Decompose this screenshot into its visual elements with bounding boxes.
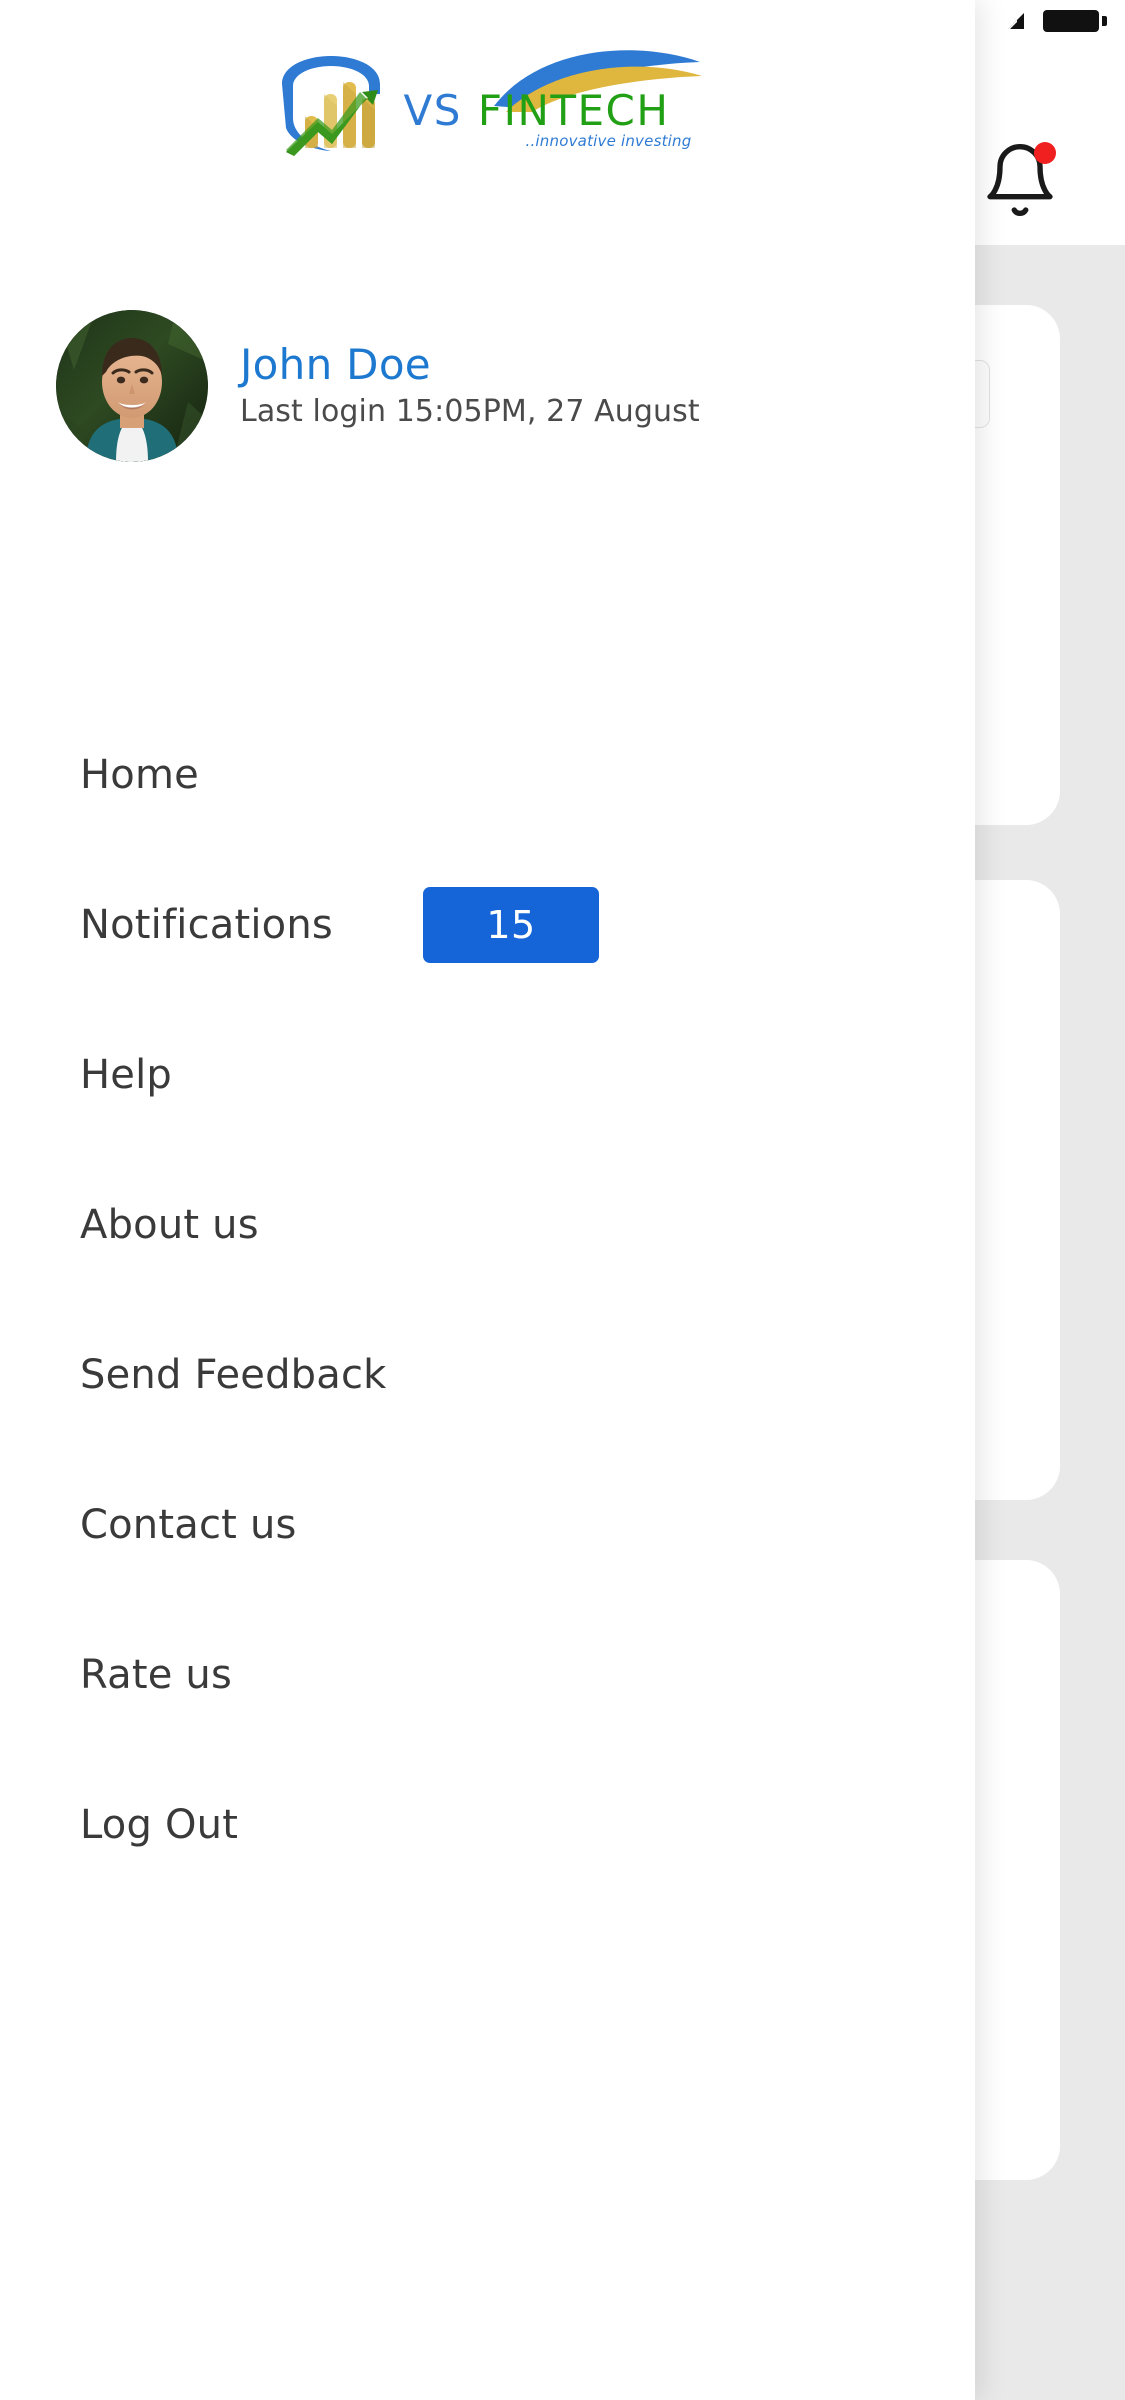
drawer-menu: Home Notifications 15 Help About us Send Feed… (0, 700, 975, 1900)
notification-dot-badge (1034, 142, 1056, 164)
menu-item-label: Help (80, 1052, 172, 1098)
menu-item-label: Notifications (80, 902, 333, 948)
menu-item-contact-us[interactable]: Contact us (0, 1450, 975, 1600)
brand-prefix: VS (403, 86, 462, 135)
profile-last-login: Last login 15:05PM, 27 August (240, 394, 700, 430)
shield-bar-chart-arrow-icon (272, 50, 390, 158)
menu-item-log-out[interactable]: Log Out (0, 1750, 975, 1900)
menu-item-label: Send Feedback (80, 1352, 387, 1398)
menu-item-notifications[interactable]: Notifications 15 (0, 850, 975, 1000)
wifi-signal-icon (1008, 13, 1024, 29)
menu-item-badge[interactable]: 15 (423, 887, 599, 963)
app-logo[interactable]: VS FINTECH ..innovative investing (0, 44, 975, 164)
app-screen: ) (0, 0, 1125, 2400)
profile-name: John Doe (240, 339, 431, 389)
menu-item-label: Log Out (80, 1802, 239, 1848)
menu-item-home[interactable]: Home (0, 700, 975, 850)
menu-item-rate-us[interactable]: Rate us (0, 1600, 975, 1750)
menu-item-label: About us (80, 1202, 259, 1248)
avatar[interactable] (56, 310, 208, 462)
brand-name: FINTECH (477, 86, 670, 135)
user-avatar-photo (56, 310, 208, 462)
menu-item-label: Contact us (80, 1502, 297, 1548)
notification-bell-button[interactable] (980, 140, 1060, 220)
navigation-drawer: VS FINTECH ..innovative investing John D… (0, 0, 975, 2400)
menu-item-send-feedback[interactable]: Send Feedback (0, 1300, 975, 1450)
brand-wordmark: VS FINTECH (404, 86, 670, 135)
menu-item-about-us[interactable]: About us (0, 1150, 975, 1300)
brand-tagline: ..innovative investing (525, 132, 692, 150)
menu-item-label: Rate us (80, 1652, 233, 1698)
status-bar-icons (1003, 9, 1107, 33)
menu-item-label: Home (80, 752, 199, 798)
menu-item-help[interactable]: Help (0, 1000, 975, 1150)
profile-header[interactable]: John Doe Last login 15:05PM, 27 August (56, 310, 700, 462)
battery-full-icon (1043, 10, 1107, 32)
